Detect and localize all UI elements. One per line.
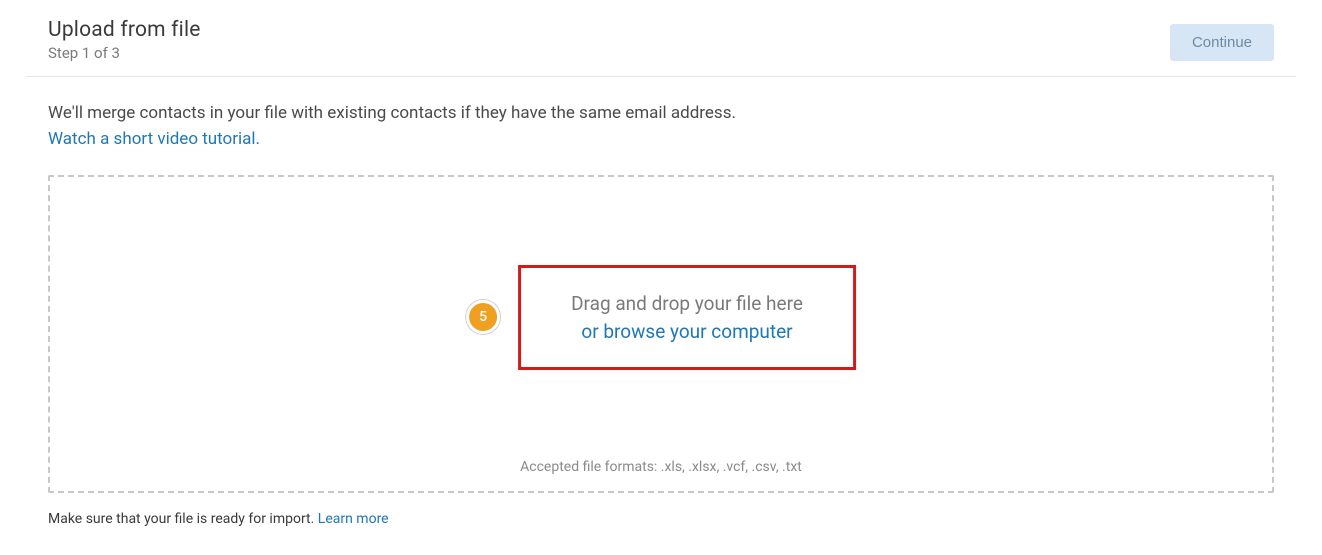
page-title: Upload from file (48, 18, 201, 42)
footer-note-text: Make sure that your file is ready for im… (48, 511, 318, 527)
browse-computer-link[interactable]: or browse your computer (571, 320, 803, 343)
drop-target-highlight: Drag and drop your file here or browse y… (518, 265, 856, 371)
drag-drop-label: Drag and drop your file here (571, 290, 803, 319)
footer-note: Make sure that your file is ready for im… (26, 493, 1296, 527)
header: Upload from file Step 1 of 3 Continue (26, 18, 1296, 77)
video-tutorial-link[interactable]: Watch a short video tutorial. (48, 129, 260, 149)
continue-button[interactable]: Continue (1170, 24, 1274, 61)
file-dropzone[interactable]: 5 Drag and drop your file here or browse… (48, 175, 1274, 493)
info-block: We'll merge contacts in your file with e… (26, 77, 1296, 163)
annotation-badge: 5 (466, 300, 500, 334)
merge-description: We'll merge contacts in your file with e… (48, 101, 1274, 127)
accepted-formats-label: Accepted file formats: .xls, .xlsx, .vcf… (50, 459, 1272, 475)
learn-more-link[interactable]: Learn more (318, 511, 389, 527)
step-indicator: Step 1 of 3 (48, 44, 201, 62)
